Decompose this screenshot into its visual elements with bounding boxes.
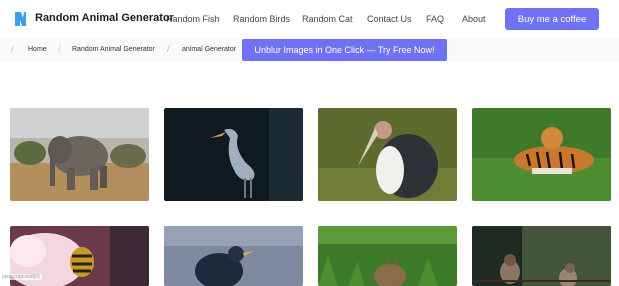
- brand-title[interactable]: Random Animal Generator: [35, 12, 174, 24]
- nav-random-cat[interactable]: Random Cat: [302, 14, 353, 24]
- nav-random-birds[interactable]: Random Birds: [233, 14, 290, 24]
- breadcrumb-separator: /: [11, 44, 14, 54]
- nav-about[interactable]: About: [462, 14, 486, 24]
- nav-contact-us[interactable]: Contact Us: [367, 14, 412, 24]
- elephant-image: [10, 108, 149, 201]
- breadcrumb-separator: /: [58, 44, 61, 54]
- breadcrumb-home[interactable]: Home: [28, 46, 47, 53]
- gallery-image-sparrows[interactable]: [472, 226, 611, 286]
- sparrows-image: [472, 226, 611, 286]
- heron-image: [164, 108, 303, 201]
- buy-coffee-button[interactable]: Buy me a coffee: [505, 8, 599, 30]
- marabou-stork-image: [318, 108, 457, 201]
- nav-faq[interactable]: FAQ: [426, 14, 444, 24]
- unblur-promo-button[interactable]: Unblur Images in One Click — Try Free No…: [242, 39, 447, 61]
- starling-image: [164, 226, 303, 286]
- gallery-image-heron[interactable]: [164, 108, 303, 201]
- top-navbar: Random Animal Generator Random Fish Rand…: [0, 0, 619, 38]
- breadcrumb-separator: /: [167, 44, 170, 54]
- logo-icon[interactable]: [12, 10, 28, 28]
- status-url: javascript:void(0): [0, 274, 42, 280]
- gallery-image-rabbit-in-grass[interactable]: [318, 226, 457, 286]
- gallery-image-starling[interactable]: [164, 226, 303, 286]
- gallery-image-tiger[interactable]: [472, 108, 611, 201]
- gallery-image-elephant[interactable]: [10, 108, 149, 201]
- tiger-image: [472, 108, 611, 201]
- nav-random-fish[interactable]: Random Fish: [166, 14, 220, 24]
- breadcrumb-random-animal-generator[interactable]: Random Animal Generator: [72, 46, 155, 53]
- rabbit-in-grass-image: [318, 226, 457, 286]
- breadcrumb-animal-generator: animal Generator: [182, 46, 237, 53]
- gallery-image-marabou-stork[interactable]: [318, 108, 457, 201]
